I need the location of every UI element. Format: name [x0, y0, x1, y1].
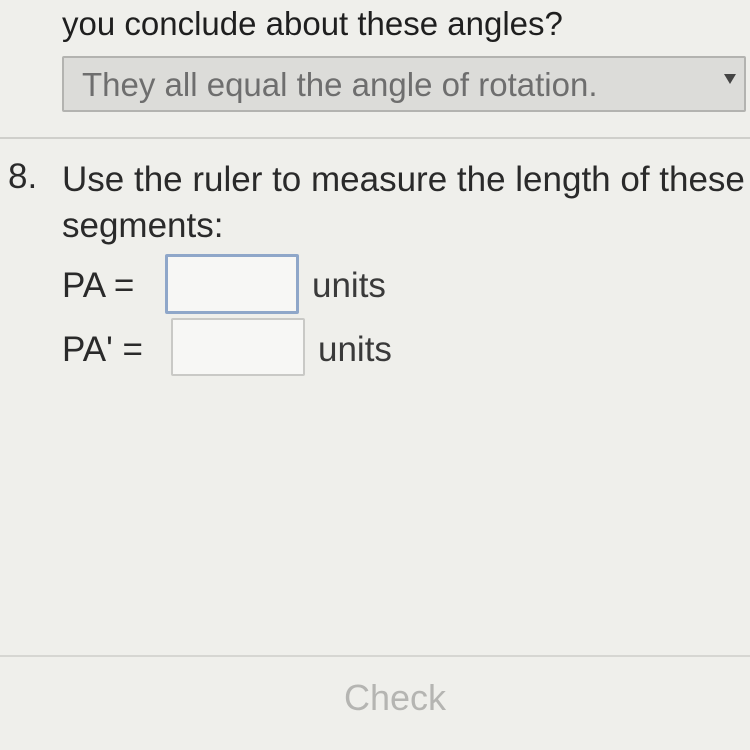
pa-prime-label: PA' = [62, 330, 143, 369]
previous-question-text: you conclude about these angles? [62, 5, 563, 42]
footer-divider [0, 655, 750, 657]
question-text: Use the ruler to measure the length of t… [62, 160, 745, 245]
question-divider [0, 137, 750, 139]
check-button[interactable]: Check [300, 666, 490, 730]
angles-conclusion-dropdown[interactable]: They all equal the angle of rotation. [62, 56, 746, 112]
pa-prime-input[interactable] [171, 318, 305, 376]
question-number: 8. [8, 157, 38, 196]
pa-label: PA = [62, 266, 135, 305]
pa-prime-unit-label: units [318, 330, 392, 369]
pa-unit-label: units [312, 266, 386, 305]
pa-input[interactable] [165, 254, 299, 314]
chevron-down-icon [724, 74, 736, 84]
dropdown-selected-value: They all equal the angle of rotation. [82, 66, 598, 103]
